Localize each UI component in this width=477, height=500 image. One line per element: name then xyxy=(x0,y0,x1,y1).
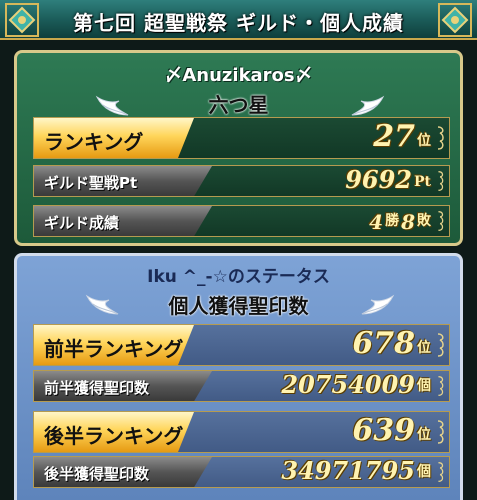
second-half-seal-value: 34971795 個 xyxy=(281,456,431,487)
second-half-ranking-value: 639 位 xyxy=(352,412,431,452)
guild-losses: 8 xyxy=(401,210,415,234)
guild-wins: 4 xyxy=(369,210,384,234)
second-half-ranking-number: 639 xyxy=(352,413,415,448)
second-half-seal-row: 後半獲得聖印数 34971795 個 xyxy=(33,456,450,488)
first-half-seal-label: 前半獲得聖印数 xyxy=(34,371,212,401)
first-half-seal-unit: 個 xyxy=(417,378,431,394)
first-half-ranking-row: 前半ランキング 678 位 xyxy=(33,324,450,366)
guild-pt-row: ギルド聖戦Pt 9692 Pt xyxy=(33,165,450,197)
player-status-heading: Iku ^_-☆のステータス xyxy=(147,267,330,287)
guild-ranking-unit: 位 xyxy=(417,133,431,149)
second-half-seal-unit: 個 xyxy=(417,464,431,480)
second-half-seal-label: 後半獲得聖印数 xyxy=(34,457,212,487)
wing-icon xyxy=(351,95,385,116)
personal-results-panel: Iku ^_-☆のステータス 個人獲得聖印数 前半ランキング 678 位 前半獲得… xyxy=(14,253,463,500)
first-half-seal-row: 前半獲得聖印数 20754009 個 xyxy=(33,370,450,402)
guild-ranking-row: ランキング 27 位 xyxy=(33,117,450,159)
guild-ranking-value: 27 位 xyxy=(373,118,431,158)
first-half-ranking-label: 前半ランキング xyxy=(34,325,194,365)
guild-rank-title: 六つ星 xyxy=(208,93,269,117)
scroll-ornament-icon xyxy=(437,420,444,444)
guild-result-value: 4勝8敗 xyxy=(369,206,431,236)
first-half-seal-value: 20754009 個 xyxy=(281,370,431,401)
second-half-ranking-row: 後半ランキング 639 位 xyxy=(33,411,450,453)
guild-wins-unit: 勝 xyxy=(385,213,400,229)
guild-pt-unit: Pt xyxy=(414,174,431,190)
scroll-ornament-icon xyxy=(438,376,444,396)
second-half-ranking-unit: 位 xyxy=(417,427,431,443)
guild-name: 〆Anuzikaros〆 xyxy=(164,65,313,86)
scroll-ornament-icon xyxy=(438,211,444,231)
guild-pt-label: ギルド聖戦Pt xyxy=(34,166,212,196)
scroll-ornament-icon xyxy=(438,171,444,191)
first-half-ranking-value: 678 位 xyxy=(352,325,431,365)
first-half-ranking-unit: 位 xyxy=(417,340,431,356)
first-half-ranking-number: 678 xyxy=(352,326,415,361)
guild-pt-number: 9692 xyxy=(345,165,412,194)
title-bar: 第七回 超聖戦祭 ギルド・個人成績 xyxy=(0,0,477,40)
scroll-ornament-icon xyxy=(438,462,444,482)
ornament-icon xyxy=(438,3,472,37)
scroll-ornament-icon xyxy=(437,126,444,150)
guild-ranking-number: 27 xyxy=(373,119,415,154)
scroll-ornament-icon xyxy=(437,333,444,357)
guild-result-label: ギルド成績 xyxy=(34,206,212,236)
guild-pt-value: 9692 Pt xyxy=(345,165,431,196)
guild-losses-unit: 敗 xyxy=(417,213,431,229)
second-half-ranking-label: 後半ランキング xyxy=(34,412,194,452)
wing-icon xyxy=(361,294,395,315)
page-title: 第七回 超聖戦祭 ギルド・個人成績 xyxy=(73,11,404,35)
second-half-seal-number: 34971795 xyxy=(281,456,415,485)
guild-result-row: ギルド成績 4勝8敗 xyxy=(33,205,450,237)
guild-ranking-label: ランキング xyxy=(34,118,194,158)
first-half-seal-number: 20754009 xyxy=(281,370,415,399)
guild-results-panel: 〆Anuzikaros〆 六つ星 ランキング 27 位 ギルド聖戦Pt 9692 P… xyxy=(14,50,463,246)
